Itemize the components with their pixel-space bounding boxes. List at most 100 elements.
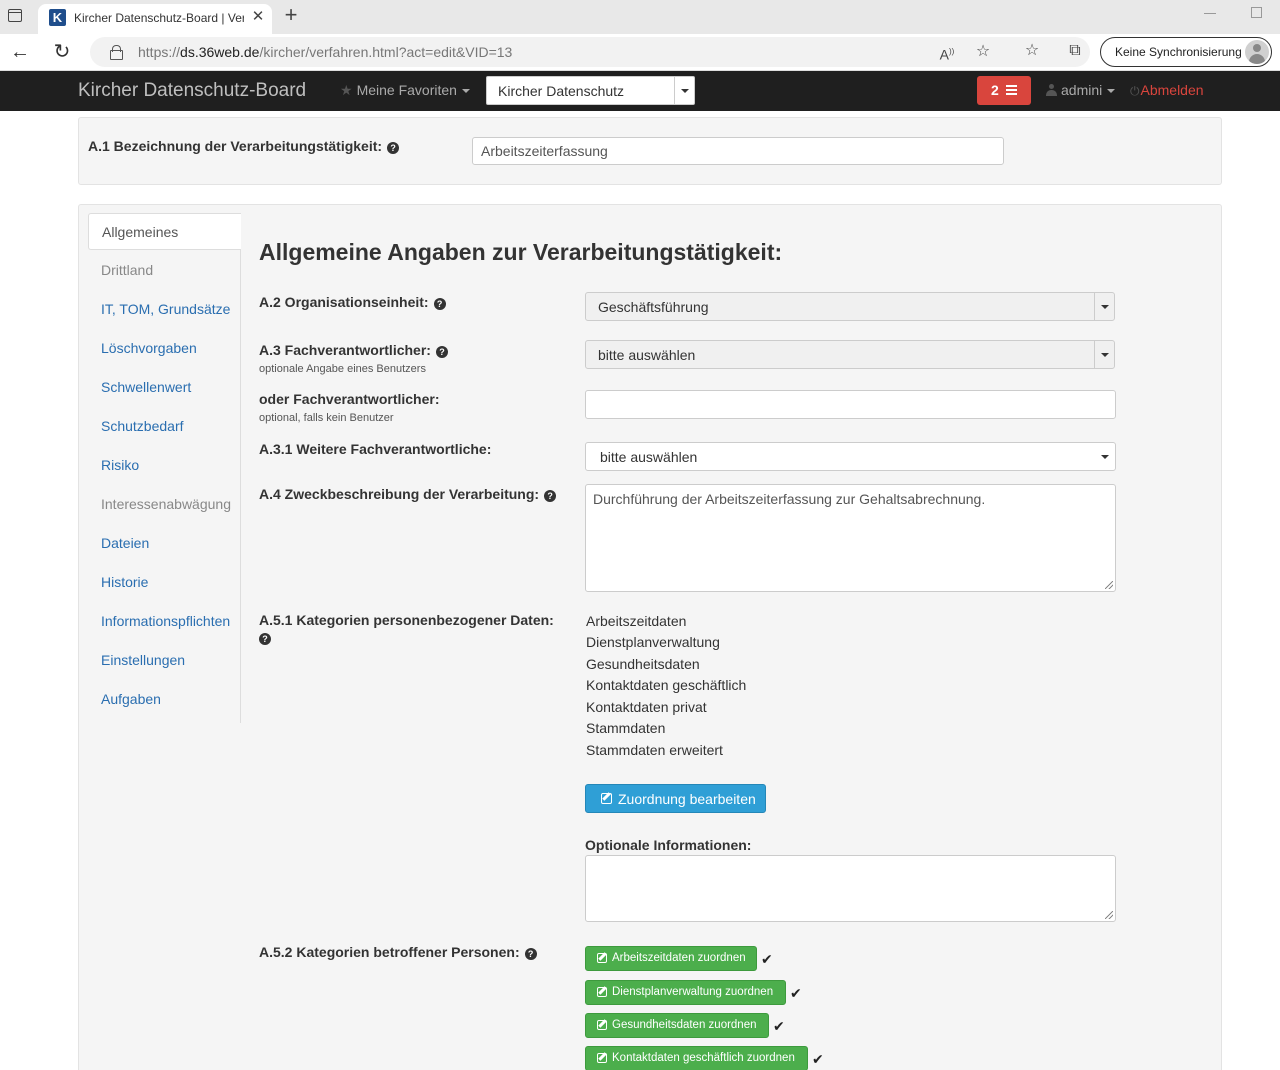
app-navbar: Kircher Datenschutz-Board ★ Meine Favorit… [0,71,1280,111]
window-minimize-icon[interactable] [1204,13,1216,14]
optional-info-textarea[interactable] [585,855,1116,922]
task-count: 2 [991,82,999,98]
url-text: https://ds.36web.de/kircher/verfahren.ht… [138,44,513,60]
reload-icon[interactable]: ↻ [48,39,76,65]
list-item: Gesundheitsdaten [586,656,700,672]
optional-info-label: Optionale Informationen: [585,837,752,853]
edit-icon [597,1020,607,1030]
window-maximize-icon[interactable] [1251,7,1262,18]
section-nav: Allgemeines Drittland IT, TOM, Grundsätz… [88,213,241,723]
persons-label: A.5.2 Kategorien betroffener Personen:? [259,944,537,960]
purpose-value: Durchführung der Arbeitszeiterfassung zu… [593,491,986,507]
further-responsible-select[interactable]: bitte auswählen [585,442,1116,471]
app-brand[interactable]: Kircher Datenschutz-Board [78,80,306,102]
tab-close-icon[interactable]: ✕ [249,8,267,26]
org-unit-select[interactable]: Geschäftsführung [585,292,1115,321]
new-tab-icon[interactable]: + [280,4,302,28]
add-favorite-icon[interactable]: ☆ [971,40,995,64]
favorites-icon[interactable]: ☆ [1020,39,1044,63]
further-responsible-label: A.3.1 Weitere Fachverantwortliche: [259,441,492,457]
sidebar-item-loeschvorgaben[interactable]: Löschvorgaben [88,330,241,367]
tab-title: Kircher Datenschutz-Board | Verarbeitung… [74,11,244,25]
resize-handle-icon[interactable] [1105,581,1113,589]
page-title: Allgemeine Angaben zur Verarbeitungstäti… [259,239,783,265]
user-icon [1046,84,1057,96]
list-item: Kontaktdaten geschäftlich [586,677,747,693]
sidebar-item-einstellungen[interactable]: Einstellungen [88,642,241,679]
edit-icon [597,987,607,997]
further-responsible-value: bitte auswählen [600,449,698,465]
help-icon[interactable]: ? [433,298,446,310]
assign-arbeitszeitdaten-button[interactable]: Arbeitszeitdaten zuordnen [585,946,757,971]
caret-down-icon [461,89,470,94]
logout-link[interactable]: ⏻Abmelden [1130,82,1204,99]
help-icon[interactable]: ? [259,633,271,645]
browser-tab-bar: K Kircher Datenschutz-Board | Verarbeitu… [0,0,1280,34]
edit-icon [597,953,607,963]
collections-icon[interactable]: ⧉ [1063,39,1087,63]
sync-label: Keine Synchronisierung [1115,45,1242,59]
edit-icon [601,793,612,804]
org-unit-value: Geschäftsführung [598,299,709,315]
sidebar-item-informationspflichten[interactable]: Informationspflichten [88,603,241,640]
sidebar-item-schutzbedarf[interactable]: Schutzbedarf [88,408,241,445]
star-icon: ★ [340,82,353,98]
purpose-label: A.4 Zweckbeschreibung der Verarbeitung:? [259,486,557,502]
responsible-label: A.3 Fachverantwortlicher:? [259,342,448,358]
chevron-down-icon [674,77,694,104]
assign-gesundheitsdaten-button[interactable]: Gesundheitsdaten zuordnen [585,1013,769,1038]
caret-down-icon [1107,89,1116,94]
favorites-dropdown[interactable]: ★ Meine Favoriten [340,82,470,99]
edit-assignment-button[interactable]: Zuordnung bearbeiten [585,784,766,813]
sidebar-item-historie[interactable]: Historie [88,564,241,601]
back-arrow-icon[interactable]: ← [6,39,34,65]
list-item: Stammdaten erweitert [586,742,723,758]
purpose-textarea[interactable]: Durchführung der Arbeitszeiterfassung zu… [585,484,1116,592]
list-icon [1006,85,1017,95]
data-categories-label: A.5.1 Kategorien personenbezogener Daten… [259,612,554,628]
assign-dienstplanverwaltung-button[interactable]: Dienstplanverwaltung zuordnen [585,980,786,1005]
help-icon[interactable]: ? [544,490,557,502]
check-icon: ✔ [790,985,802,1001]
sidebar-item-allgemeines[interactable]: Allgemeines [88,213,241,250]
chevron-down-icon [1094,293,1114,320]
sidebar-item-drittland[interactable]: Drittland [88,252,241,289]
help-icon[interactable]: ? [524,948,537,960]
chevron-down-icon [1101,455,1109,459]
window-menu-icon[interactable] [8,9,22,22]
sidebar-item-dateien[interactable]: Dateien [88,525,241,562]
responsible-alt-input[interactable] [585,390,1116,419]
responsible-alt-label: oder Fachverantwortlicher: [259,391,440,407]
sidebar-item-aufgaben[interactable]: Aufgaben [88,681,241,718]
tasks-button[interactable]: 2 [977,76,1031,105]
sidebar-item-it-tom[interactable]: IT, TOM, Grundsätze [88,291,241,328]
help-icon[interactable]: ? [435,346,448,358]
assign-kontaktdaten-geschaeftlich-button[interactable]: Kontaktdaten geschäftlich zuordnen [585,1046,808,1070]
activity-name-input[interactable] [472,137,1004,165]
responsible-hint: optionale Angabe eines Benutzers [259,363,426,375]
resize-handle-icon[interactable] [1105,911,1113,919]
check-icon: ✔ [773,1018,785,1034]
sidebar-item-interessenabwaegung[interactable]: Interessenabwägung [88,486,241,523]
list-item: Kontaktdaten privat [586,699,707,715]
check-icon: ✔ [812,1051,824,1067]
tenant-select[interactable]: Kircher Datenschutz [486,76,695,105]
list-item: Dienstplanverwaltung [586,634,720,650]
responsible-select[interactable]: bitte auswählen [585,340,1115,369]
url-field[interactable]: https://ds.36web.de/kircher/verfahren.ht… [90,37,1090,67]
chevron-down-icon [1094,341,1114,368]
list-item: Stammdaten [586,720,666,736]
browser-address-bar: ← ↻ https://ds.36web.de/kircher/verfahre… [0,34,1280,71]
read-aloud-icon[interactable]: A)) [935,40,959,64]
site-favicon-icon: K [49,9,66,26]
help-icon[interactable]: ? [387,142,400,154]
check-icon: ✔ [761,951,773,967]
tenant-select-value: Kircher Datenschutz [498,83,625,99]
browser-tab[interactable]: K Kircher Datenschutz-Board | Verarbeitu… [38,4,272,34]
sync-profile-button[interactable]: Keine Synchronisierung [1100,37,1272,67]
lock-icon[interactable] [110,45,123,60]
user-dropdown[interactable]: admini [1046,82,1116,98]
sidebar-item-schwellenwert[interactable]: Schwellenwert [88,369,241,406]
sidebar-item-risiko[interactable]: Risiko [88,447,241,484]
responsible-alt-hint: optional, falls kein Benutzer [259,412,394,424]
